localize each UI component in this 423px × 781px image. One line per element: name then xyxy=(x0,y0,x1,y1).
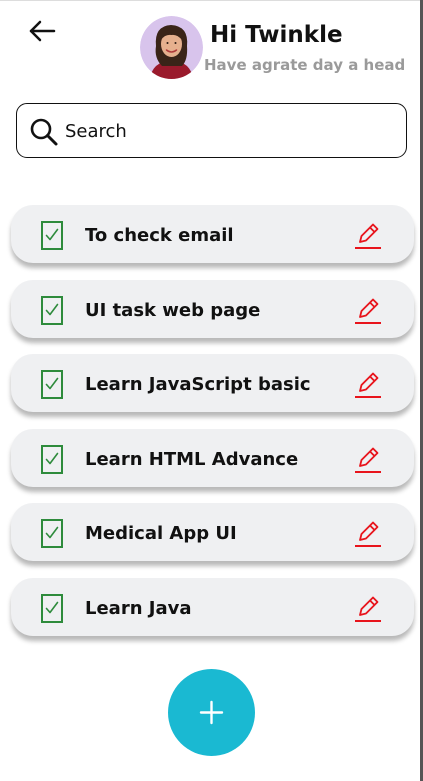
add-task-button[interactable] xyxy=(168,669,255,756)
arrow-left-icon xyxy=(29,20,56,42)
pencil-icon xyxy=(355,596,381,622)
checkmark-icon xyxy=(45,303,59,315)
task-label: Learn Java xyxy=(85,597,192,619)
task-checkbox[interactable] xyxy=(41,444,63,474)
task-label: Learn HTML Advance xyxy=(85,448,299,470)
search-input[interactable] xyxy=(65,116,385,146)
user-avatar-image xyxy=(140,16,203,79)
task-item[interactable]: Learn HTML Advance xyxy=(11,428,414,487)
task-item[interactable]: Learn JavaScript basic xyxy=(11,354,414,413)
checkmark-icon xyxy=(45,601,59,614)
pencil-icon xyxy=(355,521,381,548)
pencil-icon xyxy=(355,447,381,473)
task-checkbox[interactable] xyxy=(41,295,63,325)
checkmark-icon xyxy=(45,527,59,539)
pencil-icon xyxy=(355,372,381,399)
edit-button[interactable] xyxy=(353,221,383,251)
task-label: UI task web page xyxy=(85,299,261,321)
edit-button[interactable] xyxy=(353,296,383,326)
task-checkbox[interactable] xyxy=(41,519,63,549)
task-label: Learn JavaScript basic xyxy=(85,374,311,396)
edit-button[interactable] xyxy=(353,519,383,549)
search-icon xyxy=(30,118,58,146)
task-checkbox[interactable] xyxy=(41,370,63,400)
greeting-title: Hi Twinkle xyxy=(210,22,343,48)
search-bar[interactable] xyxy=(16,103,407,158)
task-label: Medical App UI xyxy=(85,523,237,545)
plus-icon xyxy=(199,700,224,725)
task-list: To check email UI task web page Learn Ja… xyxy=(11,205,414,653)
task-item[interactable]: UI task web page xyxy=(11,279,414,338)
checkmark-icon xyxy=(45,452,59,465)
task-item[interactable]: Learn Java xyxy=(11,577,414,636)
edit-button[interactable] xyxy=(353,445,383,475)
checkmark-icon xyxy=(45,377,59,390)
task-item[interactable]: Medical App UI xyxy=(11,503,414,562)
avatar[interactable] xyxy=(140,16,203,79)
task-checkbox[interactable] xyxy=(41,593,63,623)
task-checkbox[interactable] xyxy=(41,221,63,250)
edit-button[interactable] xyxy=(353,594,383,624)
task-label: To check email xyxy=(85,225,234,246)
pencil-icon xyxy=(355,298,381,324)
greeting-subtitle: Have agrate day a head xyxy=(204,56,406,74)
back-button[interactable] xyxy=(27,17,59,47)
task-item[interactable]: To check email xyxy=(11,205,414,263)
pencil-icon xyxy=(355,223,381,249)
checkmark-icon xyxy=(45,228,59,241)
edit-button[interactable] xyxy=(353,370,383,400)
top-border xyxy=(0,0,423,1)
